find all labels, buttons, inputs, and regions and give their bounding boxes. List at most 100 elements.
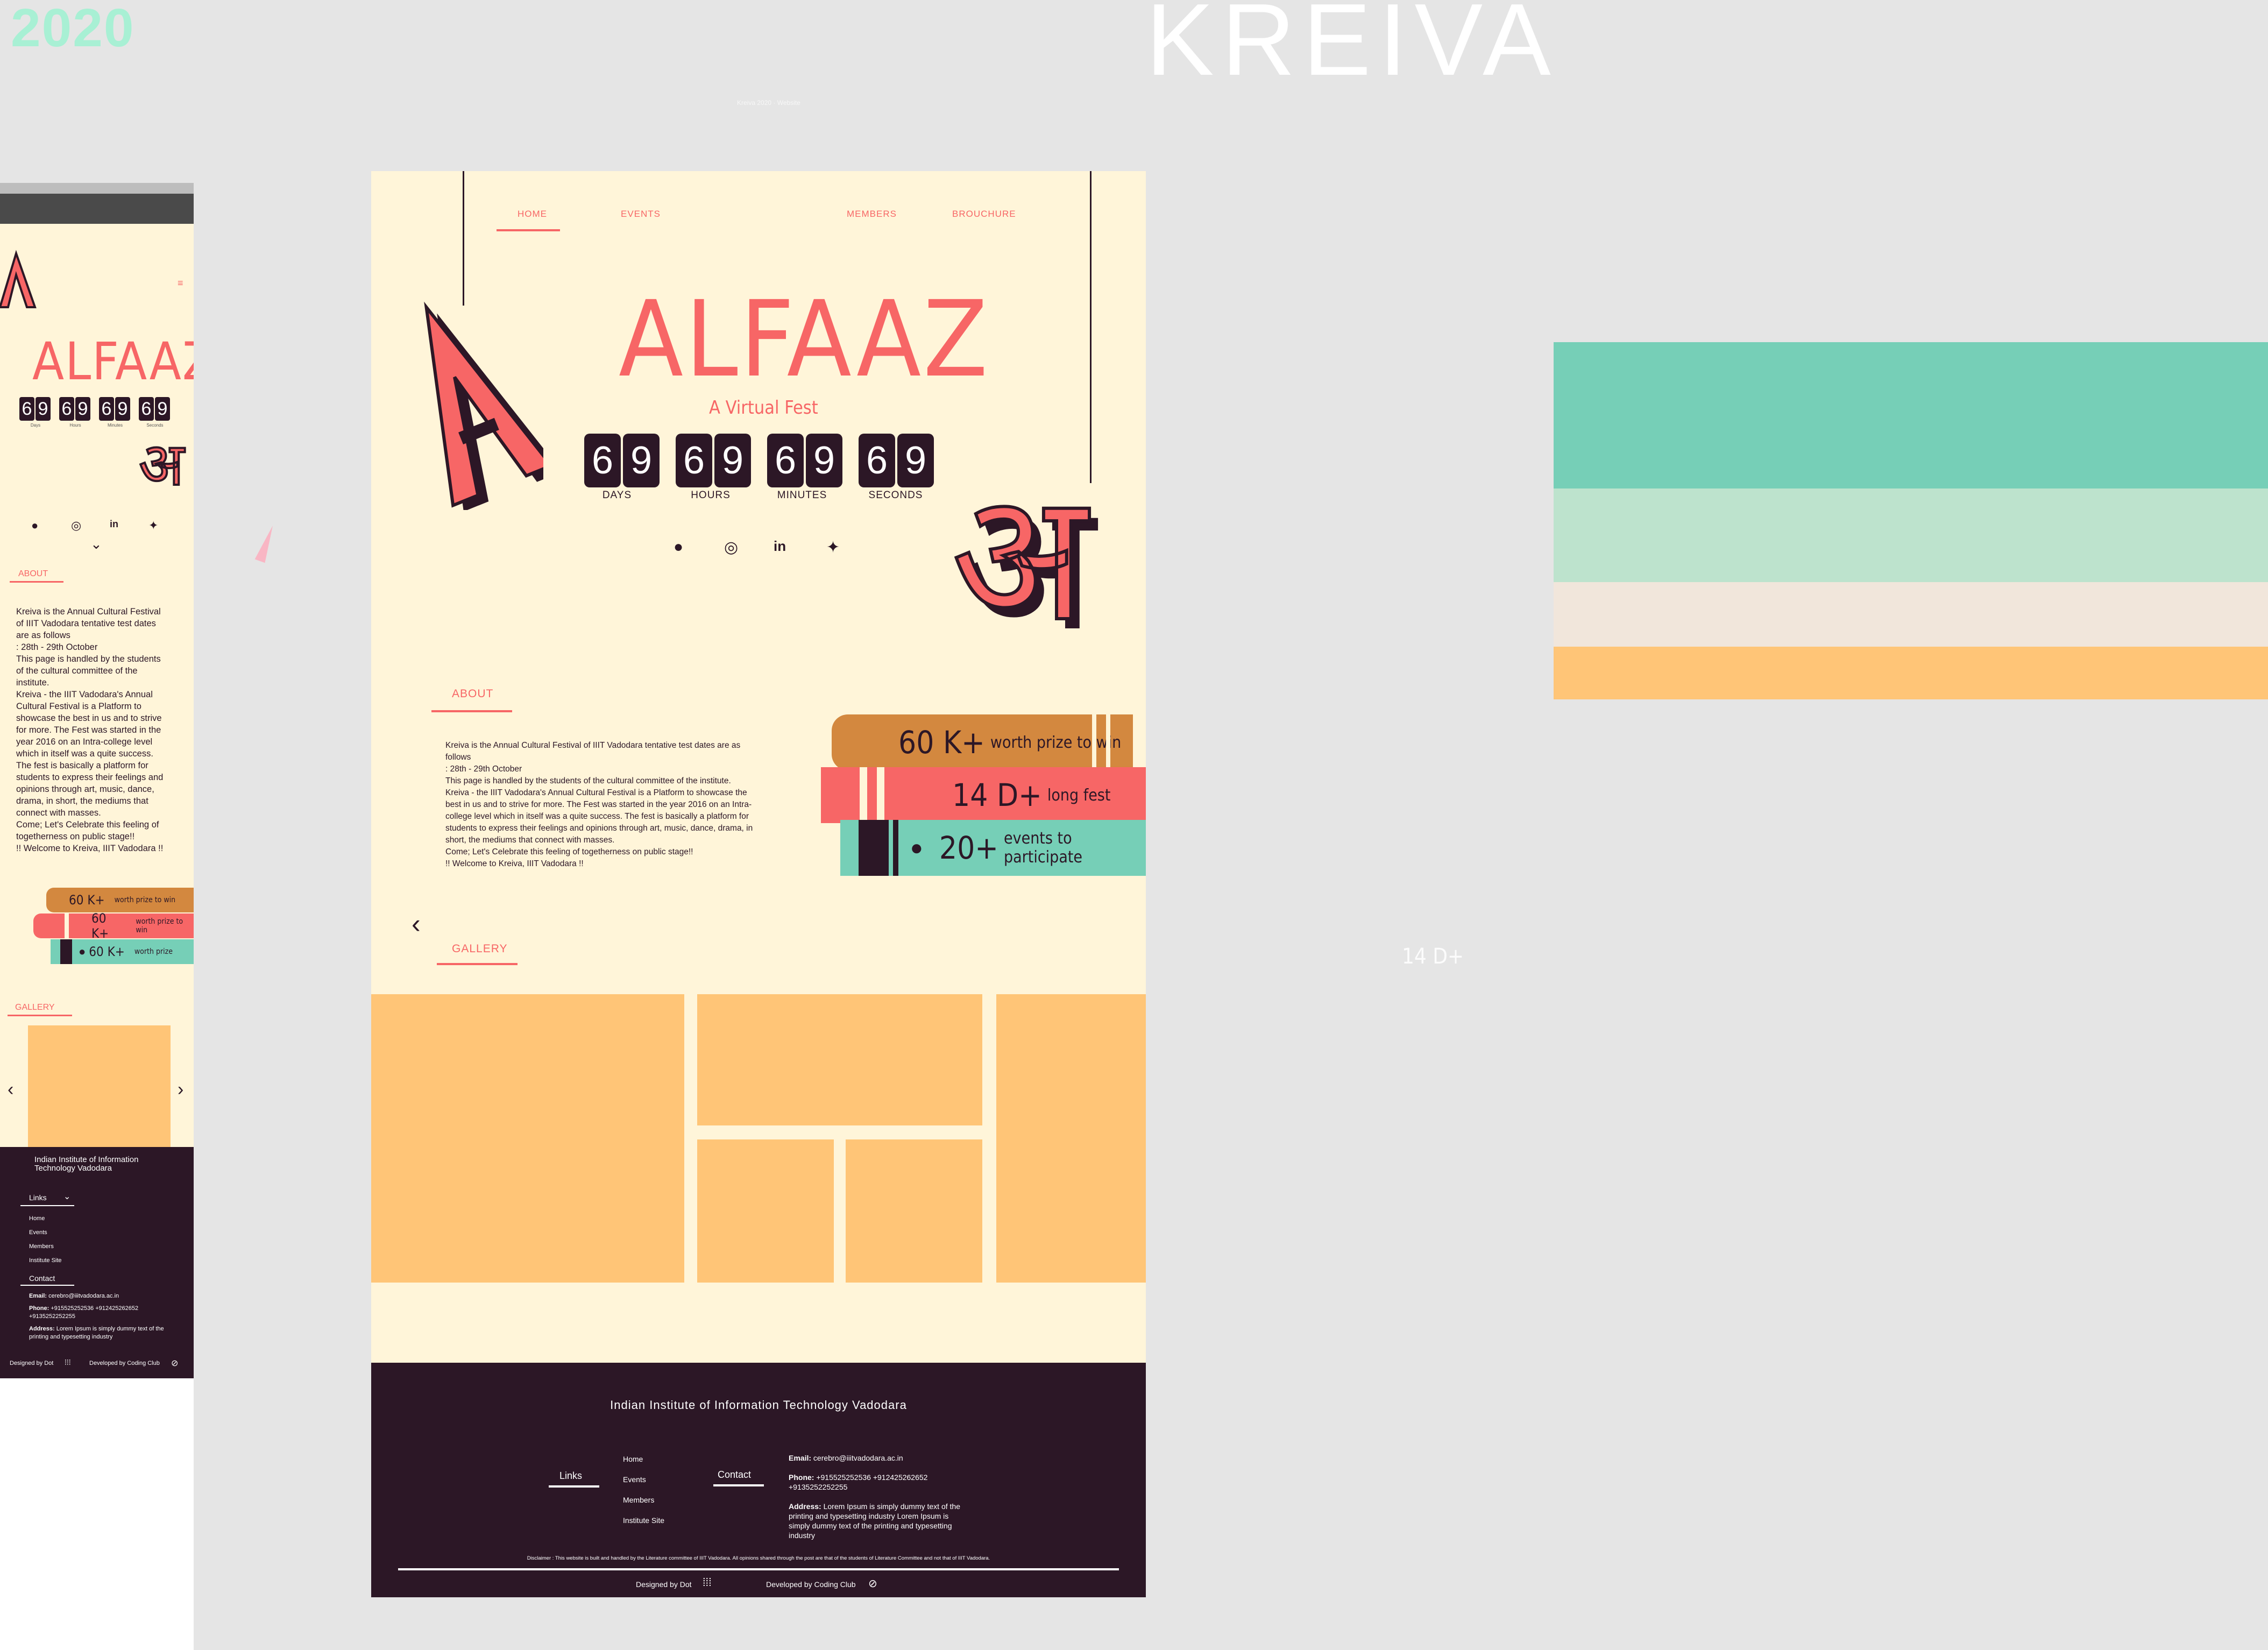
mobile-frame: ≡ ALFAAZ 69 69 69 69 Days Hours Minutes … bbox=[0, 183, 194, 1650]
mobile-about-underline bbox=[10, 581, 63, 583]
hero-tagline: A Virtual Fest bbox=[709, 397, 818, 419]
palette-swatch bbox=[1554, 582, 2268, 647]
mobile-footer-links: Home Events Members Institute Site bbox=[29, 1212, 62, 1267]
stat-book-events: ● 20+ events to participate bbox=[840, 820, 1146, 876]
desktop-frame: HOME EVENTS MEMBERS BROUCHURE ALFAAZ A V… bbox=[371, 171, 1146, 1597]
countdown-label: SECONDS bbox=[868, 490, 923, 501]
mobile-designed-by: Designed by Dot bbox=[10, 1360, 54, 1366]
mobile-countdown-hours: 69 bbox=[59, 397, 91, 421]
mobile-countdown-label: Days bbox=[30, 423, 41, 428]
mobile-footer-links-label[interactable]: Links bbox=[29, 1193, 47, 1202]
footer-link[interactable]: Home bbox=[623, 1449, 664, 1469]
gallery-image[interactable] bbox=[371, 994, 684, 1283]
nav-members[interactable]: MEMBERS bbox=[847, 209, 897, 219]
svg-text:अ: अ bbox=[951, 472, 1090, 650]
footer-link[interactable]: Institute Site bbox=[623, 1510, 664, 1531]
dot-grid-icon: ⁞⁞⁞ bbox=[703, 1577, 712, 1589]
stat-book-prize: 60 K+ worth prize to win bbox=[832, 714, 1133, 770]
countdown-minutes: 69 bbox=[767, 434, 845, 487]
desktop-footer: Indian Institute of Information Technolo… bbox=[371, 1363, 1146, 1597]
coding-club-icon: ⊘ bbox=[171, 1359, 179, 1368]
hanging-devanagari-letter-icon: अ अ bbox=[949, 472, 1098, 650]
nav-brochure[interactable]: BROUCHURE bbox=[952, 209, 1016, 219]
footer-link[interactable]: Members bbox=[29, 1240, 62, 1254]
palette-swatch bbox=[1554, 488, 2268, 582]
gallery-image[interactable] bbox=[996, 994, 1146, 1283]
year-label: 2020 bbox=[11, 0, 135, 58]
countdown-days: 69 bbox=[584, 434, 662, 487]
footer-link[interactable]: Members bbox=[623, 1490, 664, 1510]
facebook-icon[interactable]: ● bbox=[674, 538, 683, 556]
gallery-prev-icon[interactable]: ‹ bbox=[8, 1079, 13, 1100]
svg-text:अ: अ bbox=[139, 434, 185, 493]
mobile-countdown-label: Seconds bbox=[146, 423, 164, 428]
pink-shape bbox=[254, 523, 278, 563]
countdown-hours: 69 bbox=[676, 434, 753, 487]
mobile-countdown-minutes: 69 bbox=[99, 397, 131, 421]
mobile-footer-institute: Indian Institute of Information Technolo… bbox=[34, 1155, 139, 1173]
mobile-browser-bar bbox=[0, 194, 194, 224]
gallery-image[interactable] bbox=[846, 1139, 982, 1283]
countdown-label: MINUTES bbox=[777, 490, 827, 501]
hanging-letter-a-icon bbox=[424, 301, 543, 510]
book-stripe bbox=[860, 767, 867, 823]
facebook-icon[interactable]: ● bbox=[31, 519, 38, 533]
instagram-icon[interactable]: ◎ bbox=[724, 538, 738, 557]
hanging-devanagari-letter-icon: अ bbox=[139, 434, 186, 493]
twitter-icon[interactable]: ✦ bbox=[826, 538, 840, 557]
gallery-label: GALLERY bbox=[452, 943, 508, 955]
instagram-icon[interactable]: ◎ bbox=[71, 519, 81, 533]
hero-title: ALFAAZ bbox=[619, 278, 990, 400]
footer-link[interactable]: Events bbox=[29, 1226, 62, 1240]
footer-links: Home Events Members Institute Site bbox=[623, 1449, 664, 1531]
chevron-left-icon[interactable]: ‹ bbox=[412, 908, 421, 939]
book-stripe bbox=[877, 767, 884, 823]
countdown-seconds: 69 bbox=[859, 434, 936, 487]
nav-events[interactable]: EVENTS bbox=[621, 209, 661, 219]
palette-swatch bbox=[1554, 342, 2268, 488]
book-stripe bbox=[65, 913, 69, 938]
dot-grid-icon: ⁞⁞⁞ bbox=[65, 1358, 71, 1366]
mobile-footer-contact: Email: cerebro@iiitvadodara.ac.in Phone:… bbox=[29, 1293, 164, 1340]
mobile-footer-contact-label: Contact bbox=[29, 1274, 55, 1283]
footer-links-label: Links bbox=[559, 1470, 583, 1481]
twitter-icon[interactable]: ✦ bbox=[148, 519, 158, 533]
hamburger-menu-icon[interactable]: ≡ bbox=[178, 278, 183, 289]
palette-swatch bbox=[1554, 647, 2268, 699]
footer-institute: Indian Institute of Information Technolo… bbox=[610, 1398, 907, 1412]
coding-club-icon: ⊘ bbox=[868, 1578, 877, 1590]
mobile-hero-title: ALFAAZ bbox=[32, 331, 194, 392]
mobile-footer: Indian Institute of Information Technolo… bbox=[0, 1147, 194, 1378]
footer-contact-label: Contact bbox=[718, 1469, 752, 1480]
chevron-down-icon[interactable]: ⌄ bbox=[90, 536, 102, 553]
chevron-down-icon[interactable]: ⌄ bbox=[63, 1191, 70, 1202]
footer-link[interactable]: Home bbox=[29, 1212, 62, 1226]
nav-home[interactable]: HOME bbox=[518, 209, 547, 219]
mobile-countdown-label: Hours bbox=[69, 423, 81, 428]
mobile-footer-underline bbox=[20, 1285, 74, 1286]
brand-title: KREIVA bbox=[1146, 0, 1558, 97]
linkedin-icon[interactable]: in bbox=[110, 519, 118, 530]
footer-link[interactable]: Events bbox=[623, 1469, 664, 1490]
footer-disclaimer: Disclaimer : This website is built and h… bbox=[527, 1555, 990, 1561]
about-underline bbox=[431, 710, 512, 712]
mobile-developed-by: Developed by Coding Club bbox=[89, 1360, 160, 1366]
book-stripe bbox=[1106, 714, 1110, 770]
mobile-stat-book: 60 K+ worth prize to win bbox=[46, 888, 194, 912]
mobile-gallery-underline bbox=[8, 1015, 72, 1016]
hanging-letter-a-icon bbox=[0, 250, 37, 308]
linkedin-icon[interactable]: in bbox=[774, 538, 786, 555]
gallery-next-icon[interactable]: › bbox=[178, 1079, 183, 1100]
footer-link[interactable]: Institute Site bbox=[29, 1254, 62, 1267]
gallery-image[interactable] bbox=[697, 1139, 834, 1283]
footer-contact: Email: cerebro@iiitvadodara.ac.in Phone:… bbox=[789, 1454, 960, 1540]
about-label: ABOUT bbox=[452, 688, 494, 700]
footer-underline bbox=[549, 1485, 599, 1488]
nav-active-underline bbox=[497, 229, 560, 231]
mobile-countdown-seconds: 69 bbox=[139, 397, 171, 421]
developed-by: Developed by Coding Club bbox=[766, 1580, 856, 1589]
gallery-image[interactable] bbox=[697, 994, 982, 1125]
gallery-underline bbox=[437, 963, 518, 965]
mobile-about-label: ABOUT bbox=[18, 569, 48, 578]
countdown-label: DAYS bbox=[602, 490, 632, 501]
